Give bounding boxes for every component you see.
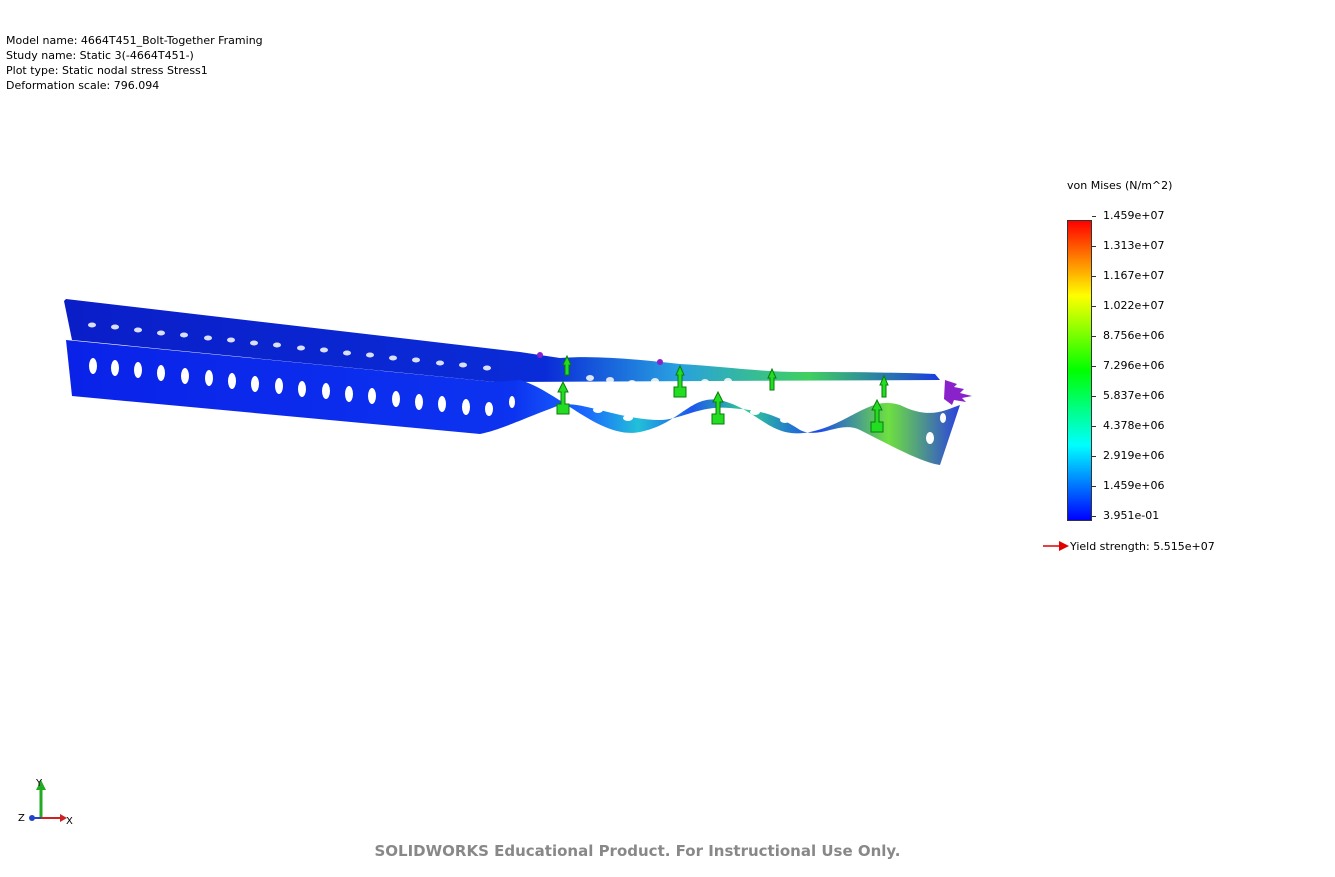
legend-tick-mark <box>1092 216 1096 217</box>
legend-tick-mark <box>1092 306 1096 307</box>
model-viewport[interactable] <box>0 0 1335 877</box>
yield-arrow-icon <box>1043 541 1069 551</box>
legend-tick-mark <box>1092 456 1096 457</box>
triad-z-label: Z <box>18 813 25 824</box>
legend-tick-mark <box>1092 426 1096 427</box>
legend-tick-label: 3.951e-01 <box>1103 509 1160 522</box>
triad-y-label: Y <box>35 778 43 789</box>
legend-tick-mark <box>1092 486 1096 487</box>
legend-colorbar <box>1067 220 1092 521</box>
legend-tick-label: 2.919e+06 <box>1103 449 1165 462</box>
legend-tick-label: 8.756e+06 <box>1103 329 1165 342</box>
legend-tick-label: 1.459e+06 <box>1103 479 1165 492</box>
legend-tick-label: 1.022e+07 <box>1103 299 1165 312</box>
legend-tick-label: 7.296e+06 <box>1103 359 1165 372</box>
yield-strength-label: Yield strength: 5.515e+07 <box>1070 539 1215 553</box>
legend-tick-mark <box>1092 366 1096 367</box>
legend-tick-label: 4.378e+06 <box>1103 419 1165 432</box>
legend-tick-mark <box>1092 246 1096 247</box>
legend-tick-label: 1.459e+07 <box>1103 209 1165 222</box>
legend-title: von Mises (N/m^2) <box>1067 179 1173 192</box>
legend-tick-label: 1.167e+07 <box>1103 269 1165 282</box>
legend-tick-label: 1.313e+07 <box>1103 239 1165 252</box>
coordinate-triad[interactable]: Y X Z <box>14 776 78 830</box>
legend-tick-mark <box>1092 396 1096 397</box>
legend-tick-label: 5.837e+06 <box>1103 389 1165 402</box>
yield-strength-indicator: Yield strength: 5.515e+07 <box>1043 539 1215 553</box>
legend-tick-mark <box>1092 336 1096 337</box>
legend-tick-mark <box>1092 276 1096 277</box>
triad-x-label: X <box>66 816 73 827</box>
legend-tick-mark <box>1092 516 1096 517</box>
watermark-text: SOLIDWORKS Educational Product. For Inst… <box>374 842 901 860</box>
